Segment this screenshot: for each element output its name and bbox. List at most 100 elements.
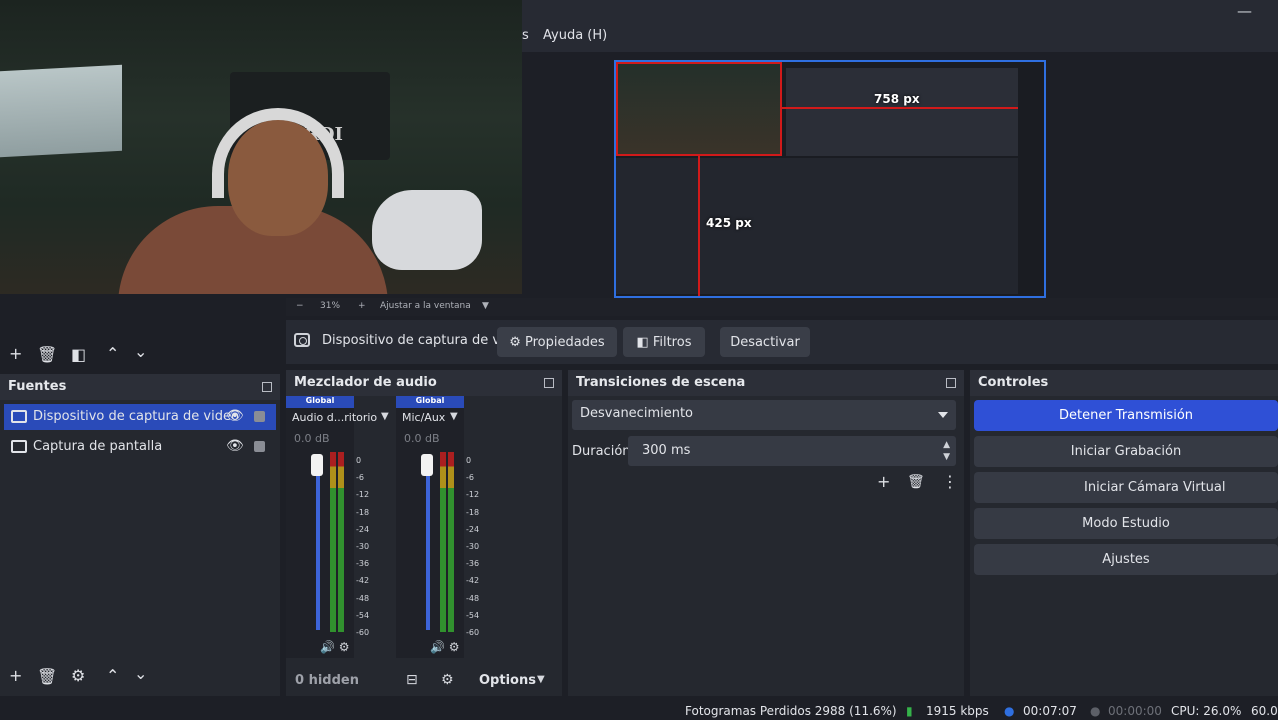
level-meter-right: [338, 452, 344, 632]
settings-button[interactable]: Ajustes: [974, 544, 1278, 575]
menu-item-partial[interactable]: s: [522, 28, 529, 43]
guide-label-horizontal: 758 px: [874, 92, 920, 106]
duration-value: 300 ms: [642, 443, 691, 458]
guide-line-horizontal: [782, 107, 1018, 109]
duration-input[interactable]: 300 ms ▲ ▼: [628, 436, 956, 466]
volume-fader[interactable]: [316, 454, 320, 630]
menu-item-help[interactable]: Ayuda (H): [543, 28, 607, 43]
chevron-down-icon[interactable]: ▼: [482, 301, 489, 311]
chevron-down-icon[interactable]: ▼: [381, 411, 389, 422]
channel-db: 0.0 dB: [404, 432, 440, 445]
properties-label: Propiedades: [524, 334, 605, 350]
sources-title: Fuentes: [8, 379, 67, 394]
duration-label: Duración: [572, 444, 631, 459]
advanced-audio-icon[interactable]: ⚙: [441, 672, 454, 688]
add-icon[interactable]: +: [877, 472, 890, 491]
stream-time: 00:07:07: [1023, 704, 1077, 718]
deactivate-button[interactable]: Desactivar: [720, 327, 810, 357]
chevron-down-icon[interactable]: ⌄: [134, 664, 147, 683]
channel-buttons: 🔊 ⚙: [430, 640, 460, 654]
mixer-title: Mezclador de audio: [294, 375, 437, 390]
bitrate: 1915 kbps: [926, 704, 989, 718]
zoom-out-button[interactable]: −: [296, 301, 304, 311]
eye-icon[interactable]: 👁: [226, 408, 244, 424]
meter-tick: -18: [466, 507, 480, 517]
nested-obs-capture: [616, 158, 1018, 294]
level-meter-left: [330, 452, 336, 632]
chevron-up-icon[interactable]: ⌃: [106, 666, 119, 685]
meter-tick: -30: [466, 542, 480, 552]
scooter-shape: [372, 190, 482, 270]
preview-zoom-bar: − 31% + Ajustar a la ventana ▼: [286, 298, 1278, 316]
chevron-down-icon[interactable]: ▼: [450, 411, 458, 422]
meter-tick: -54: [466, 610, 480, 620]
undock-icon[interactable]: [544, 378, 554, 388]
meter-tick: -6: [466, 473, 474, 483]
meter-tick: -24: [466, 524, 480, 534]
start-recording-button[interactable]: Iniciar Grabación: [974, 436, 1278, 467]
gear-icon: ⚙: [509, 334, 521, 350]
spinner-icon[interactable]: ▲ ▼: [943, 439, 950, 463]
audio-mixer-dock: Mezclador de audio Global Audio d...rito…: [286, 370, 562, 696]
record-time: 00:00:00: [1108, 704, 1162, 718]
settings-icon[interactable]: ⚙: [449, 640, 460, 654]
options-button[interactable]: Options: [479, 673, 536, 688]
lock-icon[interactable]: [254, 441, 265, 452]
gear-icon[interactable]: ⚙: [71, 666, 85, 685]
trash-icon[interactable]: 🗑: [907, 474, 925, 490]
selected-source-box[interactable]: [616, 62, 782, 156]
meter-scale: 0 -6 -12 -18 -24 -30 -36 -42 -48 -54 -60: [466, 452, 479, 641]
trash-icon[interactable]: 🗑: [37, 345, 57, 364]
scene-transitions-dock: Transiciones de escena Desvanecimiento D…: [568, 370, 964, 696]
meter-tick: -30: [356, 542, 370, 552]
filters-button[interactable]: ◧ Filtros: [623, 327, 705, 357]
settings-icon[interactable]: ⚙: [339, 640, 350, 654]
volume-fader-handle[interactable]: [311, 454, 323, 476]
filter-icon[interactable]: ◧: [71, 345, 86, 364]
meter-tick: -42: [466, 576, 480, 586]
meter-tick: -24: [356, 524, 370, 534]
trash-icon[interactable]: 🗑: [37, 667, 57, 686]
start-virtual-camera-button[interactable]: Iniciar Cámara Virtual: [974, 472, 1278, 503]
transition-selected: Desvanecimiento: [580, 406, 694, 421]
chevron-down-icon[interactable]: ▼: [537, 674, 545, 685]
meter-tick: -18: [356, 507, 370, 517]
deactivate-label: Desactivar: [730, 334, 800, 350]
speaker-icon[interactable]: 🔊: [320, 640, 335, 654]
source-item-screen-capture[interactable]: Captura de pantalla 👁: [4, 434, 276, 460]
volume-fader-handle[interactable]: [421, 454, 433, 476]
transition-select[interactable]: Desvanecimiento: [572, 400, 956, 430]
lock-icon[interactable]: [254, 411, 265, 422]
channel-tag: Global: [396, 396, 464, 408]
chevron-up-icon[interactable]: ⌃: [106, 344, 119, 363]
studio-mode-button[interactable]: Modo Estudio: [974, 508, 1278, 539]
add-icon[interactable]: +: [9, 344, 22, 363]
properties-button[interactable]: ⚙ Propiedades: [497, 327, 617, 357]
chevron-down-icon: [938, 412, 948, 418]
chevron-down-icon[interactable]: ⌄: [134, 342, 147, 361]
filter-icon: ◧: [636, 334, 649, 350]
preview-canvas[interactable]: 758 px 425 px: [614, 60, 1046, 298]
add-icon[interactable]: +: [9, 666, 22, 685]
zoom-in-button[interactable]: +: [358, 301, 366, 311]
meter-tick: -48: [356, 593, 370, 603]
stop-streaming-button[interactable]: Detener Transmisión: [974, 400, 1278, 431]
channel-db: 0.0 dB: [294, 432, 330, 445]
record-icon: ●: [1090, 704, 1101, 718]
speaker-icon[interactable]: 🔊: [430, 640, 445, 654]
undock-icon[interactable]: [946, 378, 956, 388]
source-item-video-capture[interactable]: Dispositivo de captura de video 👁: [4, 404, 276, 430]
channel-name[interactable]: Mic/Aux: [402, 411, 445, 424]
eye-icon[interactable]: 👁: [226, 438, 244, 454]
channel-name[interactable]: Audio d...ritorio: [292, 411, 377, 424]
fit-window-dropdown[interactable]: Ajustar a la ventana: [380, 301, 471, 311]
undock-icon[interactable]: [262, 382, 272, 392]
more-icon[interactable]: ⋮: [942, 472, 958, 491]
minimize-icon[interactable]: —: [1237, 2, 1252, 20]
layout-icon[interactable]: ⊟: [406, 672, 418, 688]
hidden-count[interactable]: 0 hidden: [295, 673, 359, 688]
volume-fader[interactable]: [426, 454, 430, 630]
controls-dock: Controles Detener Transmisión Iniciar Gr…: [970, 370, 1278, 696]
meter-tick: -48: [466, 593, 480, 603]
webcam-overlay: ARDI: [0, 0, 522, 294]
